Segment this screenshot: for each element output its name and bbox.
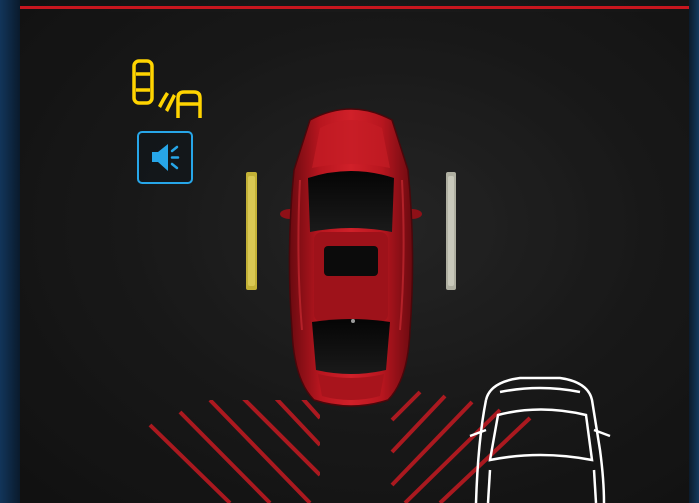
parking-scene (20, 0, 689, 503)
scene-illustration (20, 12, 689, 503)
blind-spot-monitor-icon (132, 59, 202, 118)
audio-alert-button (137, 131, 193, 184)
right-frame-edge (689, 0, 699, 503)
host-vehicle (280, 108, 422, 407)
speaker-icon (152, 144, 180, 171)
left-frame-edge (0, 0, 20, 503)
